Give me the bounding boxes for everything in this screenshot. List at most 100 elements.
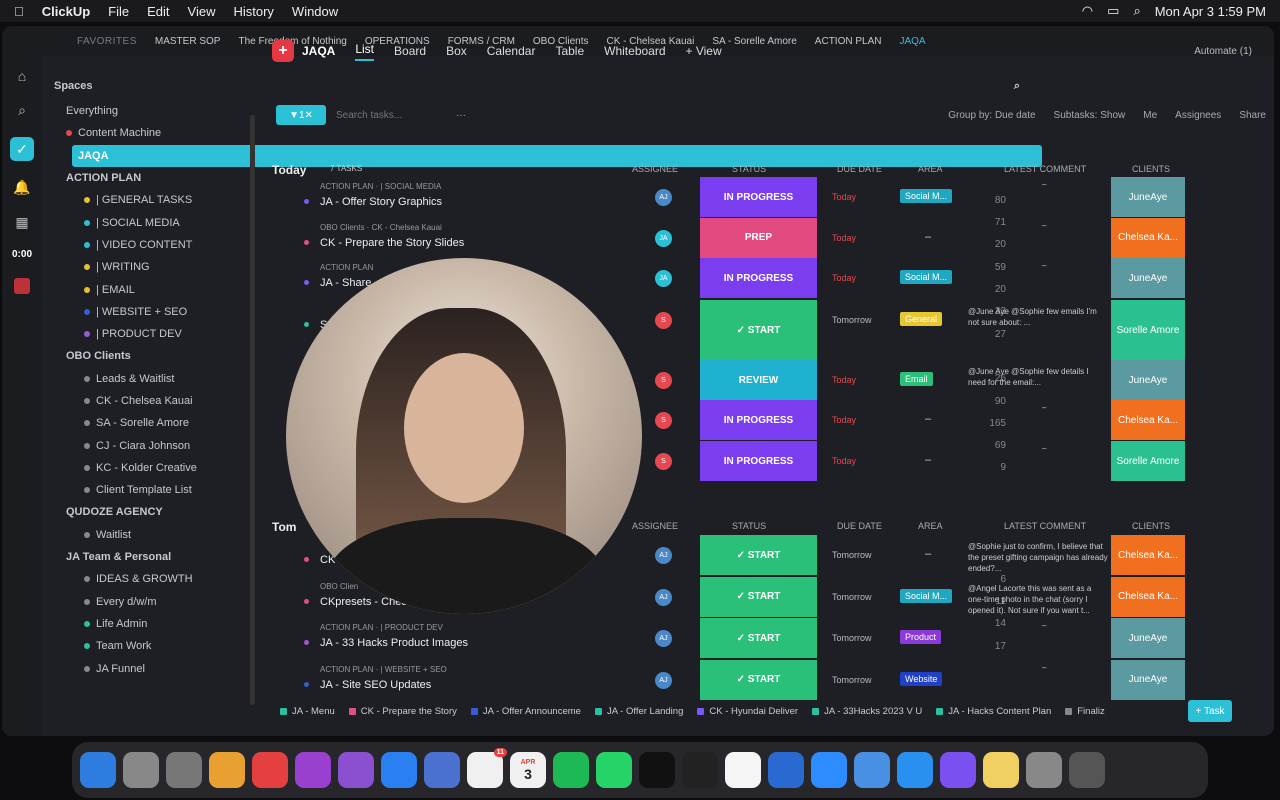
safari-icon[interactable] [897,752,933,788]
mail-icon[interactable] [854,752,890,788]
client-tag[interactable]: Chelsea Ka... [1111,217,1185,258]
col-area[interactable]: AREA [918,521,943,531]
col-assignee[interactable]: ASSIGNEE [632,164,678,174]
automate-button[interactable]: Automate (1) [1194,46,1252,57]
clickup-icon[interactable] [940,752,976,788]
me-filter[interactable]: Me [1143,110,1157,121]
whatsapp-icon[interactable] [596,752,632,788]
launchpad-icon[interactable] [123,752,159,788]
due-date[interactable]: Today [832,456,902,466]
menu-history[interactable]: History [233,4,273,19]
docs-icon[interactable] [768,752,804,788]
client-tag[interactable]: JuneAye [1111,618,1185,658]
assignees-filter[interactable]: Assignees [1175,110,1221,121]
due-date[interactable]: Today [832,375,902,385]
due-date[interactable]: Today [832,273,902,283]
battery-icon[interactable]: ▭ [1107,3,1119,19]
status-pill[interactable]: ✓ START [700,618,817,658]
tab-box[interactable]: Box [446,44,467,58]
due-date[interactable]: Tomorrow [832,315,902,325]
chrome-icon[interactable] [252,752,288,788]
filter-chip[interactable]: ▼ 1 ✕ [276,105,326,125]
wifi-icon[interactable]: ◠ [1082,3,1093,19]
minimized-task-tab[interactable]: JA - Offer Announceme [470,706,581,717]
minimized-task-tab[interactable]: JA - Offer Landing [594,706,683,717]
menu-edit[interactable]: Edit [147,4,169,19]
messenger-icon[interactable] [381,752,417,788]
avatar[interactable]: AJ [655,189,672,206]
due-date[interactable]: Tomorrow [832,550,902,560]
due-date[interactable]: Tomorrow [832,675,902,685]
area-empty[interactable]: – [925,548,931,560]
apple-icon[interactable]:  [14,4,24,19]
task-row[interactable]: ACTION PLAN · | PRODUCT DEV JA - 33 Hacks… [272,618,1242,658]
col-due[interactable]: DUE DATE [837,164,882,174]
client-tag[interactable]: Sorelle Amore [1111,441,1185,481]
minimized-task-tab[interactable]: CK - Hyundai Deliver [697,706,798,717]
avatar[interactable]: AJ [655,547,672,564]
client-tag[interactable]: JuneAye [1111,177,1185,217]
latest-comment[interactable]: @June Aye @Sophie few details I need for… [968,366,1108,388]
minimized-task-tab[interactable]: JA - Menu [280,706,335,717]
col-area[interactable]: AREA [918,164,943,174]
notes-icon[interactable] [983,752,1019,788]
task-name[interactable]: JA - Offer Story Graphics [320,196,442,208]
area-empty[interactable]: – [925,413,931,425]
minimized-task-tab[interactable]: JA - Hacks Content Plan [936,706,1051,717]
menu-file[interactable]: File [108,4,129,19]
latest-comment[interactable]: @Sophie just to confirm, I believe that … [968,541,1108,574]
client-tag[interactable]: JuneAye [1111,659,1185,700]
task-name[interactable]: JA - Share [320,277,371,289]
avatar[interactable]: AJ [655,588,672,606]
minimized-task-tab[interactable]: JA - 33Hacks 2023 V U [812,706,922,717]
avatar[interactable]: AJ [655,630,672,647]
search-icon[interactable]: ⌕ [1133,3,1140,19]
zoom-icon[interactable] [811,752,847,788]
area-tag[interactable]: General [900,312,943,326]
more-icon[interactable]: ··· [456,110,466,121]
tab-board[interactable]: Board [394,44,426,58]
spotify-icon[interactable] [553,752,589,788]
client-tag[interactable]: JuneAye [1111,258,1185,298]
col-clients[interactable]: CLIENTS [1132,521,1170,531]
status-pill[interactable]: IN PROGRESS [700,177,817,217]
tab-calendar[interactable]: Calendar [487,44,536,58]
settings-icon[interactable] [166,752,202,788]
photos-icon[interactable] [209,752,245,788]
due-date[interactable]: Tomorrow [832,633,902,643]
search-input[interactable] [336,109,446,121]
group-name[interactable]: Today [272,163,306,177]
avatar[interactable]: S [655,412,672,429]
space-name[interactable]: JAQA [302,44,335,58]
task-row[interactable]: ACTION PLAN · | SOCIAL MEDIA JA - Offer S… [272,177,1242,217]
avatar[interactable]: S [655,453,672,470]
area-tag[interactable]: Product [900,630,942,644]
status-pill[interactable]: ✓ START [700,300,817,360]
task-row[interactable]: OBO Clients · CK - Chelsea Kauai CK - Pre… [272,217,1242,258]
task-name[interactable]: CK - Prepare the Story Slides [320,237,464,249]
area-tag[interactable]: Social M... [900,270,953,284]
tasks-icon[interactable]: ✓ [10,137,34,161]
search-rail-icon[interactable]: ⌕ [18,102,26,119]
status-pill[interactable]: REVIEW [700,360,817,400]
client-tag[interactable]: Chelsea Ka... [1111,576,1185,617]
avatar[interactable]: JA [655,229,672,247]
avatar[interactable]: S [655,312,672,329]
status-pill[interactable]: ✓ START [700,659,817,700]
status-pill[interactable]: ✓ START [700,576,817,617]
col-status[interactable]: STATUS [732,164,766,174]
spaces-icon[interactable]: ▦ [15,214,28,231]
notifications-icon[interactable]: 🔔 [13,179,30,196]
new-task-button[interactable]: + Task [1188,700,1232,722]
reminders-icon[interactable]: 11 [467,748,507,788]
figma-icon[interactable] [682,752,718,788]
group-name[interactable]: Tom [272,520,296,534]
menu-view[interactable]: View [188,4,216,19]
notion-icon[interactable] [725,752,761,788]
home-icon[interactable]: ⌂ [18,68,26,84]
col-comment[interactable]: LATEST COMMENT [1004,164,1086,174]
avatar[interactable]: S [655,372,672,389]
tab-list[interactable]: List [355,42,375,61]
area-tag[interactable]: Social M... [900,189,953,203]
client-tag[interactable]: Chelsea Ka... [1111,535,1185,575]
